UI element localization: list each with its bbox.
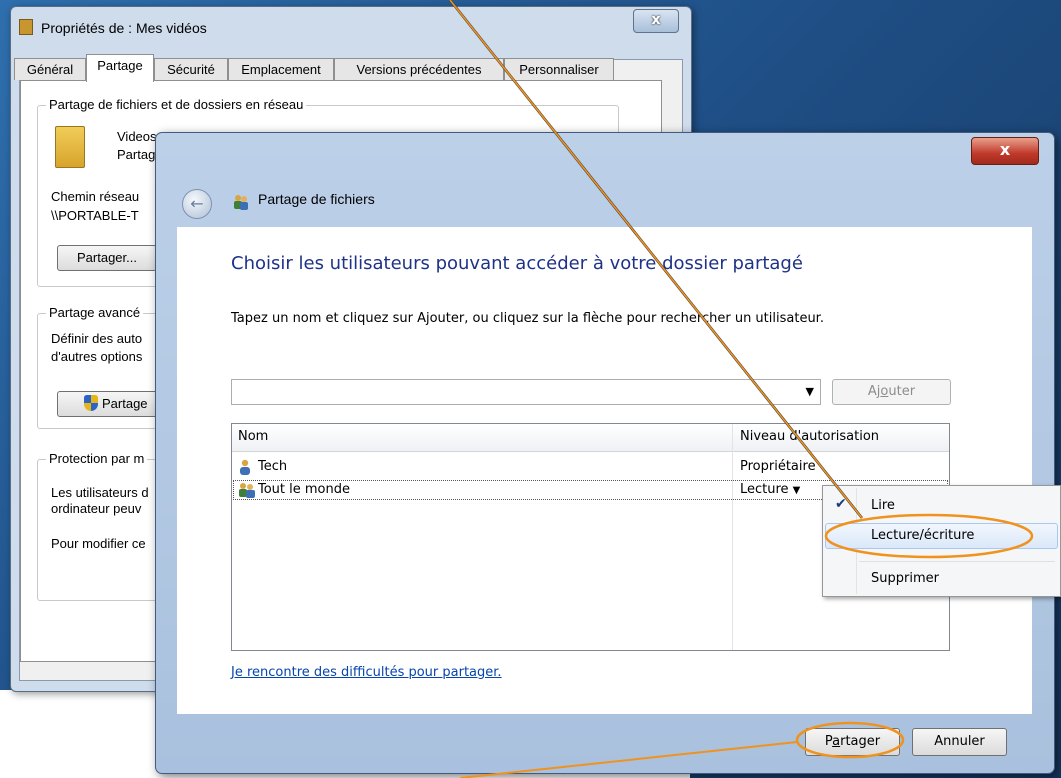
share-button-label-end: rtager xyxy=(840,734,881,749)
advanced-description-line-1: Définir des auto xyxy=(51,331,143,346)
menu-item-remove[interactable]: Supprimer xyxy=(825,566,1058,592)
user-icon xyxy=(240,459,250,475)
tab-emplacement[interactable]: Emplacement xyxy=(228,58,334,80)
network-path-label: Chemin réseau xyxy=(51,189,140,204)
chevron-down-icon[interactable]: ▼ xyxy=(806,385,814,398)
permission-level-dropdown[interactable]: Lecture ▼ xyxy=(740,482,800,497)
cancel-button[interactable]: Annuler xyxy=(912,728,1007,756)
network-path-value: \\PORTABLE-T xyxy=(51,208,139,223)
sharing-help-link[interactable]: Je rencontre des difficultés pour partag… xyxy=(231,665,502,680)
network-sharing-group-label: Partage de fichiers et de dossiers en ré… xyxy=(46,97,307,112)
properties-title: Propriétés de : Mes vidéos xyxy=(41,20,207,36)
check-icon: ✔ xyxy=(835,496,847,512)
menu-item-label: Lire xyxy=(871,498,895,513)
back-arrow-icon[interactable]: ← xyxy=(182,189,212,219)
share-button-mnemonic: a xyxy=(832,734,841,749)
menu-separator xyxy=(859,561,1055,562)
protection-description-line-1: Les utilisateurs d xyxy=(51,485,149,500)
column-header-permission-level[interactable]: Niveau d'autorisation xyxy=(740,429,879,444)
group-users-icon xyxy=(239,483,255,498)
share-dialog-footer: Partager Annuler xyxy=(177,714,1032,764)
advanced-description-line-2: d'autres options xyxy=(51,349,143,364)
permission-level: Lecture xyxy=(740,482,789,497)
dropdown-arrow-icon[interactable]: ▼ xyxy=(793,485,801,496)
folder-icon xyxy=(55,126,85,168)
permission-level: Propriétaire xyxy=(740,459,816,474)
advanced-sharing-group-label: Partage avancé xyxy=(46,305,144,320)
share-dialog-close-button[interactable]: x xyxy=(971,137,1039,165)
protection-group-label: Protection par m xyxy=(46,451,148,466)
share-dialog-body: Choisir les utilisateurs pouvant accéder… xyxy=(177,227,1032,714)
users-list-header: Nom Niveau d'autorisation xyxy=(232,424,949,452)
add-button-label-start: Aj xyxy=(867,384,881,399)
user-name: Tech xyxy=(258,459,288,474)
properties-title-bar: Propriétés de : Mes vidéos xyxy=(19,19,207,36)
add-button-label-end: uter xyxy=(888,384,916,399)
page-heading: Choisir les utilisateurs pouvant accéder… xyxy=(231,253,803,274)
user-name-combobox[interactable]: ▼ xyxy=(231,379,821,405)
share-button[interactable]: Partager xyxy=(805,728,900,756)
tab-personnaliser[interactable]: Personnaliser xyxy=(504,58,614,80)
folder-status: Partag xyxy=(117,147,156,162)
file-sharing-dialog: x ← Partage de fichiers Choisir les util… xyxy=(155,132,1055,774)
menu-item-label: Lecture/écriture xyxy=(871,528,975,543)
folder-icon xyxy=(19,19,33,35)
protection-description-line-3: Pour modifier ce xyxy=(51,536,146,551)
protection-description-line-2: ordinateur peuv xyxy=(51,501,142,516)
add-button[interactable]: Ajouter xyxy=(832,379,951,405)
permission-menu: ✔ Lire Lecture/écriture Supprimer xyxy=(822,485,1061,597)
user-name: Tout le monde xyxy=(258,482,351,497)
share-button[interactable]: Partager... xyxy=(57,245,157,271)
menu-item-read[interactable]: ✔ Lire xyxy=(825,493,1058,519)
properties-close-button[interactable]: x xyxy=(633,9,679,33)
shield-icon xyxy=(84,395,98,411)
tab-versions-precedentes[interactable]: Versions précédentes xyxy=(334,58,504,80)
tab-securite[interactable]: Sécurité xyxy=(154,58,228,80)
share-dialog-title: Partage de fichiers xyxy=(258,191,375,207)
table-row[interactable]: Tech Propriétaire xyxy=(232,456,949,478)
tab-partage[interactable]: Partage xyxy=(86,54,154,82)
column-header-name[interactable]: Nom xyxy=(238,429,268,444)
instruction-text: Tapez un nom et cliquez sur Ajouter, ou … xyxy=(231,311,824,326)
tab-general[interactable]: Général xyxy=(14,58,86,80)
advanced-sharing-button-label: Partage xyxy=(102,396,148,411)
users-icon xyxy=(234,195,248,210)
folder-name: Videos xyxy=(117,129,157,144)
menu-item-read-write[interactable]: Lecture/écriture xyxy=(825,523,1058,549)
menu-item-label: Supprimer xyxy=(871,571,939,586)
